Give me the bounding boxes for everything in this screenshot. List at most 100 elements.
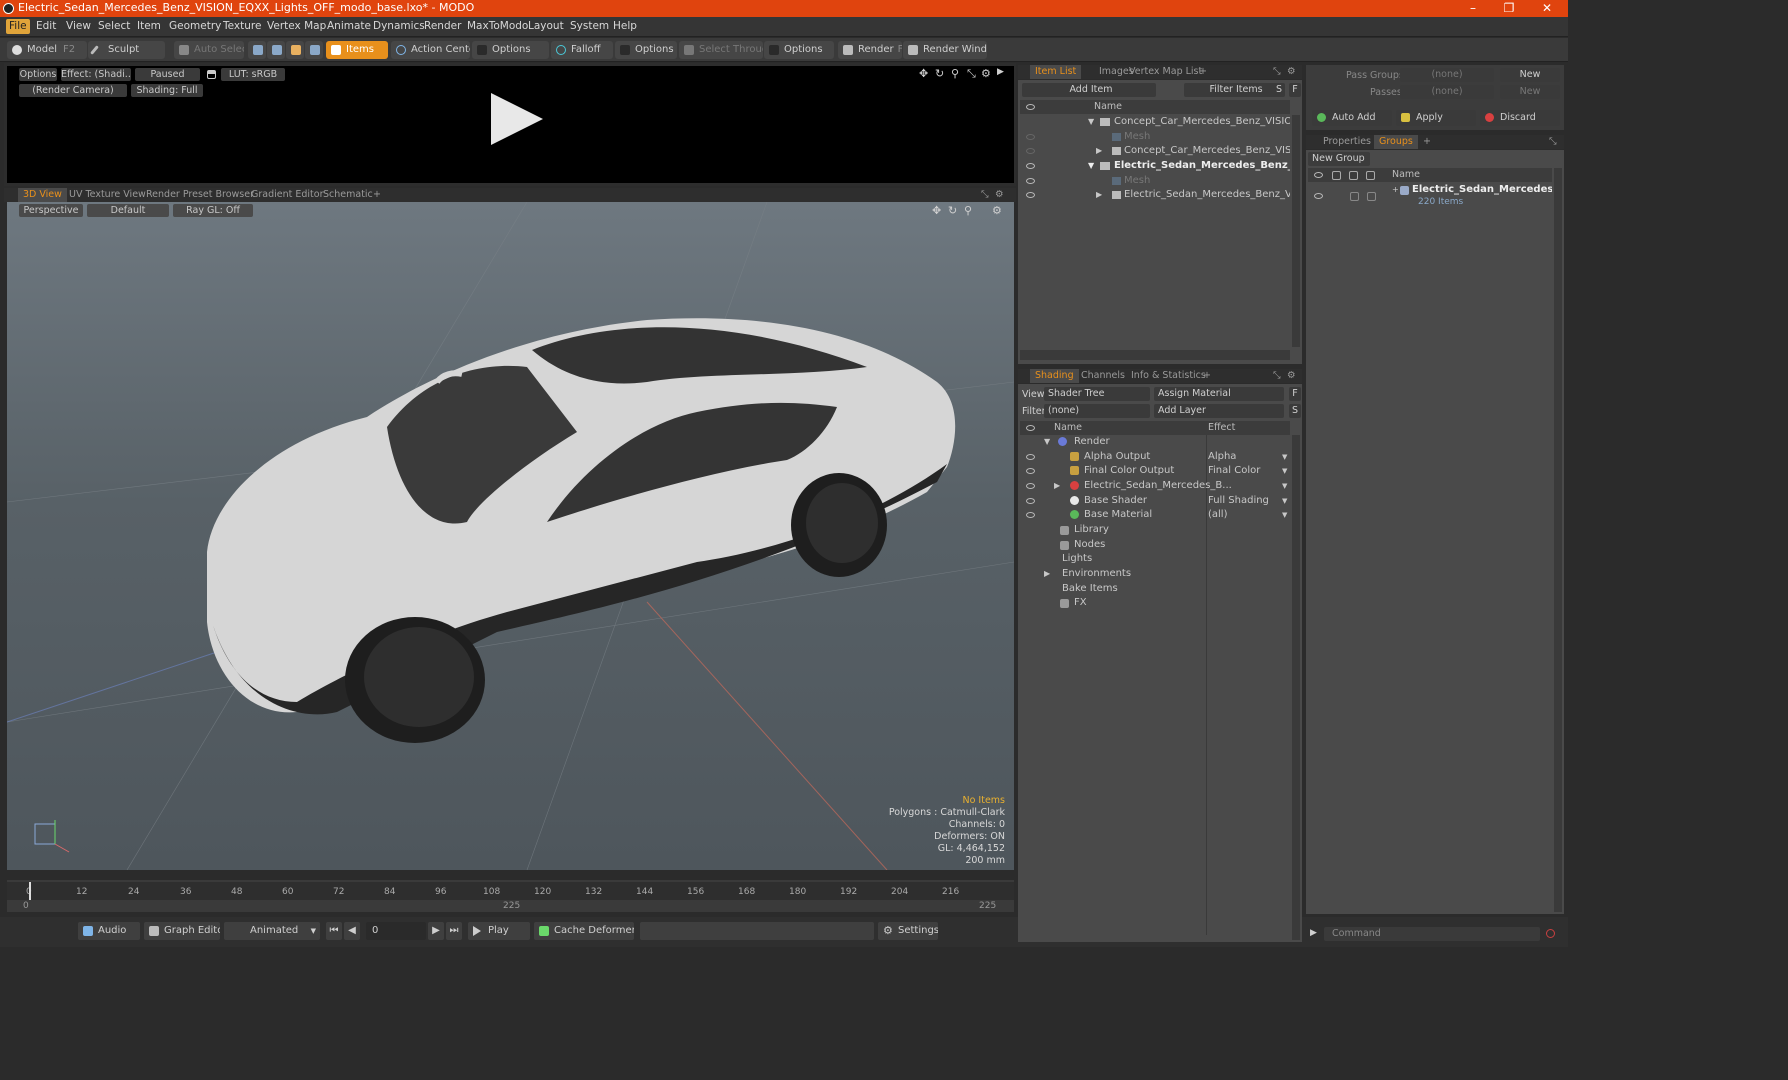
go-to-end-button[interactable]: ⏭: [446, 922, 462, 940]
cache-deformers-button[interactable]: Cache Deformers: [534, 922, 634, 940]
add-tab-button[interactable]: +: [1418, 135, 1436, 149]
zoom-view-icon[interactable]: ⚲: [964, 204, 972, 217]
move-view-icon[interactable]: ✥: [932, 204, 941, 217]
default-style-dropdown[interactable]: Default: [87, 204, 169, 217]
lock-icon[interactable]: [207, 70, 216, 79]
s-button[interactable]: S: [1289, 404, 1301, 418]
item-row[interactable]: ▼Electric_Sedan_Mercedes_Benz_VI...: [1020, 159, 1290, 173]
tab-gradient-editor[interactable]: Gradient Editor: [246, 188, 328, 202]
3d-viewport[interactable]: Perspective Default Ray GL: Off ✥ ↻ ⚲ ⚙ …: [7, 202, 1014, 870]
menu-edit[interactable]: Edit: [36, 20, 56, 32]
render-camera-dropdown[interactable]: (Render Camera): [19, 84, 127, 97]
new-pass-group-button[interactable]: New: [1500, 68, 1560, 82]
sculpt-mode-button[interactable]: Sculpt: [88, 41, 165, 59]
menu-help[interactable]: Help: [613, 20, 637, 32]
arrow-right-icon[interactable]: ▶: [997, 67, 1004, 77]
select-through-button[interactable]: Select Through: [679, 41, 763, 59]
expand-icon[interactable]: +: [1392, 184, 1399, 197]
horizontal-scrollbar[interactable]: [1020, 350, 1290, 360]
playback-tool-strip[interactable]: [640, 922, 874, 940]
add-item-dropdown[interactable]: Add Item: [1022, 83, 1156, 97]
visibility-icon[interactable]: [1026, 178, 1035, 184]
rotate-view-icon[interactable]: ↻: [935, 67, 944, 80]
add-tab-button[interactable]: +: [1198, 369, 1216, 383]
add-layer-dropdown[interactable]: Add Layer: [1154, 404, 1284, 418]
close-icon[interactable]: ✕: [1530, 0, 1564, 17]
select-options-button[interactable]: Options: [764, 41, 834, 59]
visibility-icon[interactable]: [1026, 134, 1035, 140]
next-key-button[interactable]: ▶: [428, 922, 444, 940]
preview-options-button[interactable]: Options: [19, 68, 57, 81]
menu-item[interactable]: Item: [137, 20, 161, 32]
playhead[interactable]: [29, 882, 31, 900]
discard-button[interactable]: Discard: [1480, 110, 1560, 126]
settings-button[interactable]: ⚙ Settings: [878, 922, 938, 940]
visibility-icon[interactable]: [1026, 148, 1035, 154]
render-window-button[interactable]: Render Window: [903, 41, 987, 59]
tab-channels[interactable]: Channels: [1076, 369, 1130, 383]
model-mode-button[interactable]: Model F2: [7, 41, 87, 59]
visibility-icon[interactable]: [1026, 163, 1035, 169]
render-button[interactable]: RenderF9: [838, 41, 902, 59]
visibility-icon[interactable]: [1026, 512, 1035, 518]
minimize-icon[interactable]: –: [1456, 0, 1490, 17]
scrollbar[interactable]: [1292, 435, 1300, 940]
timeline-ruler[interactable]: [7, 882, 1014, 900]
polygons-mode-button[interactable]: [286, 41, 304, 59]
gear-icon[interactable]: ⚙: [1282, 65, 1301, 79]
apply-button[interactable]: Apply: [1396, 110, 1476, 126]
auto-add-button[interactable]: Auto Add: [1312, 110, 1392, 126]
assign-material-button[interactable]: Assign Material: [1154, 387, 1284, 401]
tab-shading[interactable]: Shading: [1030, 369, 1079, 383]
falloff-button[interactable]: Falloff: [551, 41, 613, 59]
tab-groups[interactable]: Groups: [1374, 135, 1418, 149]
auto-select-button[interactable]: Auto Select: [174, 41, 244, 59]
chevron-down-icon[interactable]: ▼: [1282, 479, 1287, 493]
play-button[interactable]: Play: [468, 922, 530, 940]
shader-row[interactable]: ▶ Electric_Sedan_Mercedes_B... ▼: [1020, 479, 1290, 493]
shader-row[interactable]: Base Material (all) ▼: [1020, 508, 1290, 522]
menu-vertex-map[interactable]: Vertex Map: [267, 20, 326, 32]
gear-icon[interactable]: ⚙: [1282, 369, 1301, 383]
new-group-button[interactable]: New Group: [1308, 152, 1370, 166]
tab-uv-texture-view[interactable]: UV Texture View: [64, 188, 151, 202]
visibility-icon[interactable]: [1026, 483, 1035, 489]
add-tab-button[interactable]: +: [368, 188, 386, 202]
visibility-icon[interactable]: [1026, 498, 1035, 504]
menu-view[interactable]: View: [66, 20, 91, 32]
menu-select[interactable]: Select: [98, 20, 130, 32]
falloff-options-button[interactable]: Options: [615, 41, 677, 59]
visibility-icon[interactable]: [1026, 454, 1035, 460]
menu-render[interactable]: Render: [424, 20, 461, 32]
menu-system[interactable]: System: [570, 20, 609, 32]
item-row[interactable]: ▶Electric_Sedan_Mercedes_Benz_VISIO ...: [1020, 188, 1290, 202]
gear-icon[interactable]: ⚙: [981, 67, 991, 80]
action-center-button[interactable]: Action Center: [391, 41, 470, 59]
action-center-options-button[interactable]: Options: [472, 41, 549, 59]
menu-layout[interactable]: Layout: [528, 20, 564, 32]
vertices-mode-button[interactable]: [248, 41, 266, 59]
group-row[interactable]: + Electric_Sedan_Mercedes_... 220 Items: [1308, 184, 1552, 212]
edges-mode-button[interactable]: [267, 41, 285, 59]
paused-button[interactable]: Paused: [135, 68, 200, 81]
pass-groups-dropdown[interactable]: (none): [1400, 68, 1494, 82]
chevron-down-icon[interactable]: ▼: [1282, 464, 1287, 478]
rotate-view-icon[interactable]: ↻: [948, 204, 957, 217]
shader-row[interactable]: Final Color Output Final Color ▼: [1020, 464, 1290, 478]
shader-row[interactable]: ▼ Render: [1020, 435, 1290, 449]
record-icon[interactable]: [1546, 929, 1555, 938]
menu-animate[interactable]: Animate: [327, 20, 371, 32]
effect-dropdown[interactable]: Effect: (Shadi...: [61, 68, 131, 81]
go-to-start-button[interactable]: ⏮: [326, 922, 342, 940]
shader-row[interactable]: ▶ Environments: [1020, 567, 1290, 581]
shader-row[interactable]: Alpha Output Alpha ▼: [1020, 450, 1290, 464]
item-row[interactable]: ▶Concept_Car_Mercedes_Benz_VISION ...: [1020, 144, 1290, 158]
shader-row[interactable]: Bake Items: [1020, 582, 1290, 596]
tab-properties[interactable]: Properties: [1318, 135, 1376, 149]
graph-editor-button[interactable]: Graph Editor: [144, 922, 220, 940]
chevron-down-icon[interactable]: ▼: [1282, 508, 1287, 522]
zoom-view-icon[interactable]: ⚲: [951, 67, 959, 80]
chevron-down-icon[interactable]: ▼: [1282, 494, 1287, 508]
lut-dropdown[interactable]: LUT: sRGB: [221, 68, 285, 81]
gear-icon[interactable]: ⚙: [990, 188, 1009, 202]
